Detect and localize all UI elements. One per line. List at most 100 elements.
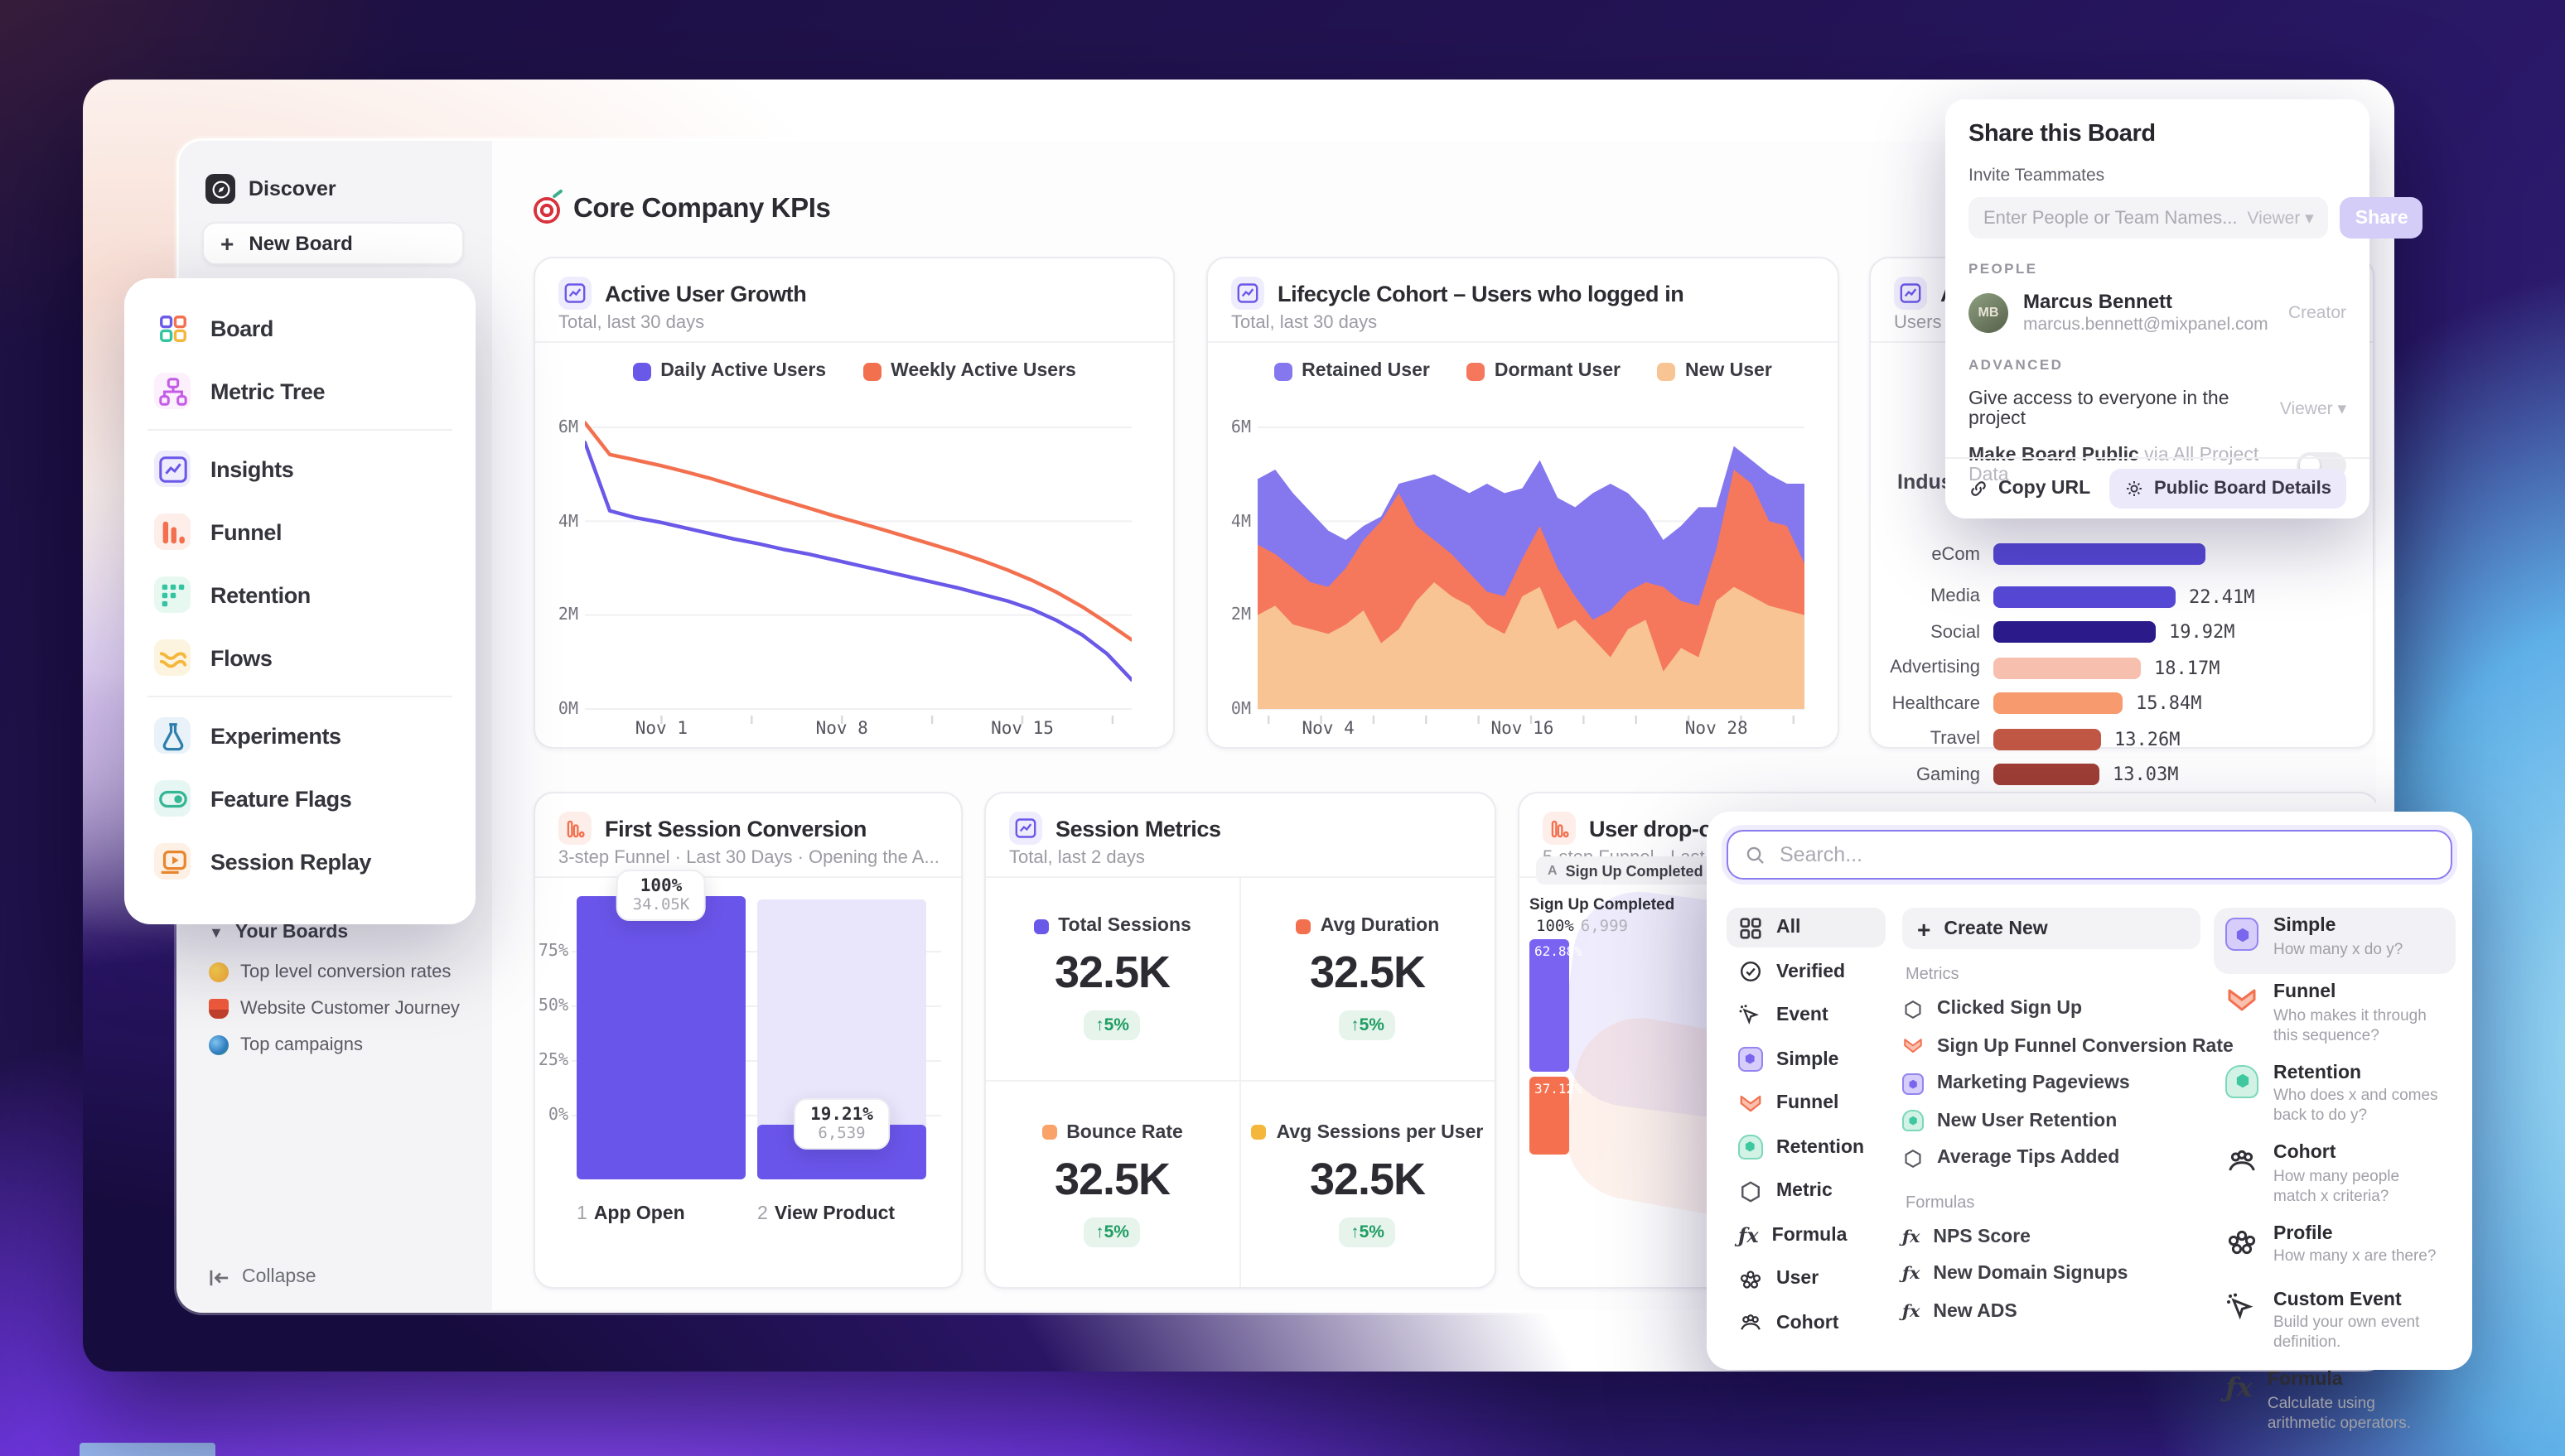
search-result-item[interactable]: ƒxNew ADS — [1902, 1293, 2200, 1330]
metric-value: 32.5K — [1310, 1154, 1425, 1205]
dropoff-bar-retained[interactable]: 62.88% — [1529, 939, 1569, 1072]
card-title: Active User Growth — [605, 281, 806, 306]
your-boards-label: Your Boards — [235, 923, 348, 943]
sidebar-board-item[interactable]: Website Customer Journey — [209, 999, 460, 1019]
public-board-details-label: Public Board Details — [2154, 479, 2331, 499]
copy-url-button[interactable]: Copy URL — [1968, 479, 2090, 499]
card-subtitle: 3-step Funnel · Last 30 Days · Opening t… — [558, 848, 940, 868]
bar-label: 37.12% — [1534, 1082, 1582, 1097]
filter-simple[interactable]: Simple — [1727, 1039, 1886, 1079]
funnel-step-tab[interactable]: A Sign Up Completed — [1536, 856, 1715, 885]
y-axis-label: 0M — [1211, 701, 1251, 719]
screen: Discover + New Board ▼ Your Boards Top l… — [0, 0, 2565, 1456]
card-header: Session Metrics Total, last 2 days — [986, 793, 1495, 878]
card-active-user-growth[interactable]: Active User Growth Total, last 30 days D… — [534, 257, 1175, 749]
dropoff-bar-dropped[interactable]: 37.12% — [1529, 1077, 1569, 1155]
filter-retention[interactable]: Retention — [1727, 1127, 1886, 1167]
simple-icon — [2225, 918, 2258, 951]
filter-user[interactable]: User — [1727, 1259, 1886, 1299]
filter-cohort[interactable]: Cohort — [1727, 1303, 1886, 1343]
create-new-button[interactable]: +Create New — [1902, 908, 2200, 949]
type-desc: Who makes it through this sequence? — [2273, 1007, 2444, 1047]
filter-funnel[interactable]: Funnel — [1727, 1083, 1886, 1123]
role-dropdown[interactable]: Viewer ▾ — [2248, 208, 2314, 228]
y-axis-label: 0M — [539, 701, 578, 719]
filter-verified[interactable]: Verified — [1727, 952, 1886, 991]
sidebar-item-metric-tree[interactable]: Metric Tree — [124, 359, 476, 422]
industry-bar[interactable] — [1993, 657, 2141, 678]
sidebar-board-item[interactable]: Top level conversion rates — [209, 962, 460, 982]
type-simple[interactable]: SimpleHow many x do y? — [2214, 908, 2456, 974]
type-profile[interactable]: ProfileHow many x are there? — [2214, 1215, 2456, 1281]
industry-bar[interactable] — [1993, 692, 2123, 714]
type-custom-event[interactable]: Custom EventBuild your own event definit… — [2214, 1281, 2456, 1362]
search-result-item[interactable]: Clicked Sign Up — [1902, 991, 2200, 1028]
invite-input[interactable]: Enter People or Team Names... Viewer ▾ — [1968, 197, 2329, 239]
search-result-item[interactable]: Average Tips Added — [1902, 1140, 2200, 1177]
industry-bar[interactable] — [1993, 728, 2101, 750]
industry-bar[interactable] — [1993, 621, 2156, 643]
access-row-label: Give access to everyone in the project — [1968, 389, 2280, 429]
card-first-session-conversion[interactable]: First Session Conversion 3-step Funnel ·… — [534, 792, 963, 1289]
type-desc: Build your own event definition. — [2273, 1314, 2444, 1354]
type-funnel[interactable]: FunnelWho makes it through this sequence… — [2214, 974, 2456, 1054]
collapse-label: Collapse — [242, 1267, 316, 1287]
sidebar-item-funnel[interactable]: Funnel — [124, 500, 476, 563]
access-role-dropdown[interactable]: Viewer ▾ — [2280, 399, 2346, 419]
metric-cell[interactable]: Avg Sessions per User32.5K↑5% — [1240, 1082, 1495, 1287]
search-placeholder: Search... — [1780, 843, 1862, 866]
filter-column: All Verified Event SimpleFunnelRetentionMet… — [1727, 908, 1886, 1343]
industry-bar[interactable] — [1993, 764, 2099, 785]
invite-label: Invite Teammates — [1968, 166, 2346, 186]
search-result-item[interactable]: Sign Up Funnel Conversion Rate — [1902, 1028, 2200, 1065]
funnel-tooltip: 19.21%6,539 — [794, 1098, 890, 1150]
filter-label: Formula — [1772, 1225, 1848, 1245]
sidebar-item-experiments[interactable]: Experiments — [124, 704, 476, 767]
sidebar-item-insights[interactable]: Insights — [124, 437, 476, 500]
type-cohort[interactable]: CohortHow many people match x criteria? — [2214, 1135, 2456, 1215]
metric-value: 32.5K — [1310, 947, 1425, 999]
industry-bar[interactable] — [1993, 543, 2205, 565]
funnel-bar[interactable] — [577, 896, 746, 1179]
metric-cell[interactable]: Avg Duration32.5K↑5% — [1240, 876, 1495, 1082]
collapse-button[interactable]: Collapse — [209, 1267, 316, 1287]
filter-all[interactable]: All — [1727, 908, 1886, 947]
search-result-item[interactable]: Marketing Pageviews — [1902, 1065, 2200, 1102]
public-board-details-button[interactable]: Public Board Details — [2109, 469, 2346, 509]
your-boards-toggle[interactable]: ▼ Your Boards — [209, 923, 348, 943]
search-result-item[interactable]: ƒxNPS Score — [1902, 1218, 2200, 1256]
board-emoji-icon — [209, 1035, 229, 1055]
new-board-label: New Board — [249, 232, 352, 255]
legend-swatch — [1657, 362, 1675, 380]
filter-metric[interactable]: Metric — [1727, 1171, 1886, 1211]
type-desc: How many people match x criteria? — [2273, 1168, 2444, 1208]
sidebar-item-feature-flags[interactable]: Feature Flags — [124, 767, 476, 830]
legend-swatch — [1252, 1125, 1267, 1140]
search-result-item[interactable]: ƒxNew Domain Signups — [1902, 1256, 2200, 1293]
industry-value: 15.84M — [2136, 692, 2202, 714]
metric-cell[interactable]: Total Sessions32.5K↑5% — [986, 876, 1240, 1082]
type-retention[interactable]: RetentionWho does x and comes back to do… — [2214, 1054, 2456, 1135]
industry-label: Gaming — [1871, 764, 1980, 784]
metric-cell[interactable]: Bounce Rate32.5K↑5% — [986, 1082, 1240, 1287]
type-formula[interactable]: ƒxFormulaCalculate using arithmetic oper… — [2214, 1362, 2456, 1442]
sidebar-item-retention[interactable]: Retention — [124, 563, 476, 626]
card-session-metrics[interactable]: Session Metrics Total, last 2 days Total… — [984, 792, 1496, 1289]
sidebar-item-session-replay[interactable]: Session Replay — [124, 830, 476, 893]
card-lifecycle-cohort[interactable]: Lifecycle Cohort – Users who logged in T… — [1206, 257, 1839, 749]
sidebar-item-board[interactable]: Board — [124, 297, 476, 359]
industry-value: 22.41M — [2189, 586, 2255, 607]
card-header: Lifecycle Cohort – Users who logged in T… — [1208, 258, 1838, 343]
new-board-button[interactable]: + New Board — [202, 222, 464, 265]
industry-bar[interactable] — [1993, 586, 2176, 607]
sidebar-item-discover[interactable]: Discover — [205, 174, 336, 204]
share-button[interactable]: Share — [2340, 197, 2423, 239]
sidebar-board-item[interactable]: Top campaigns — [209, 1035, 460, 1055]
filter-formula[interactable]: ƒxFormula — [1727, 1215, 1886, 1255]
search-result-item[interactable]: New User Retention — [1902, 1102, 2200, 1140]
sidebar-item-flows[interactable]: Flows — [124, 626, 476, 689]
industry-label: Travel — [1871, 729, 1980, 749]
retention-icon — [1902, 1111, 1924, 1132]
search-input[interactable]: Search... — [1727, 830, 2452, 880]
filter-event[interactable]: Event — [1727, 996, 1886, 1035]
